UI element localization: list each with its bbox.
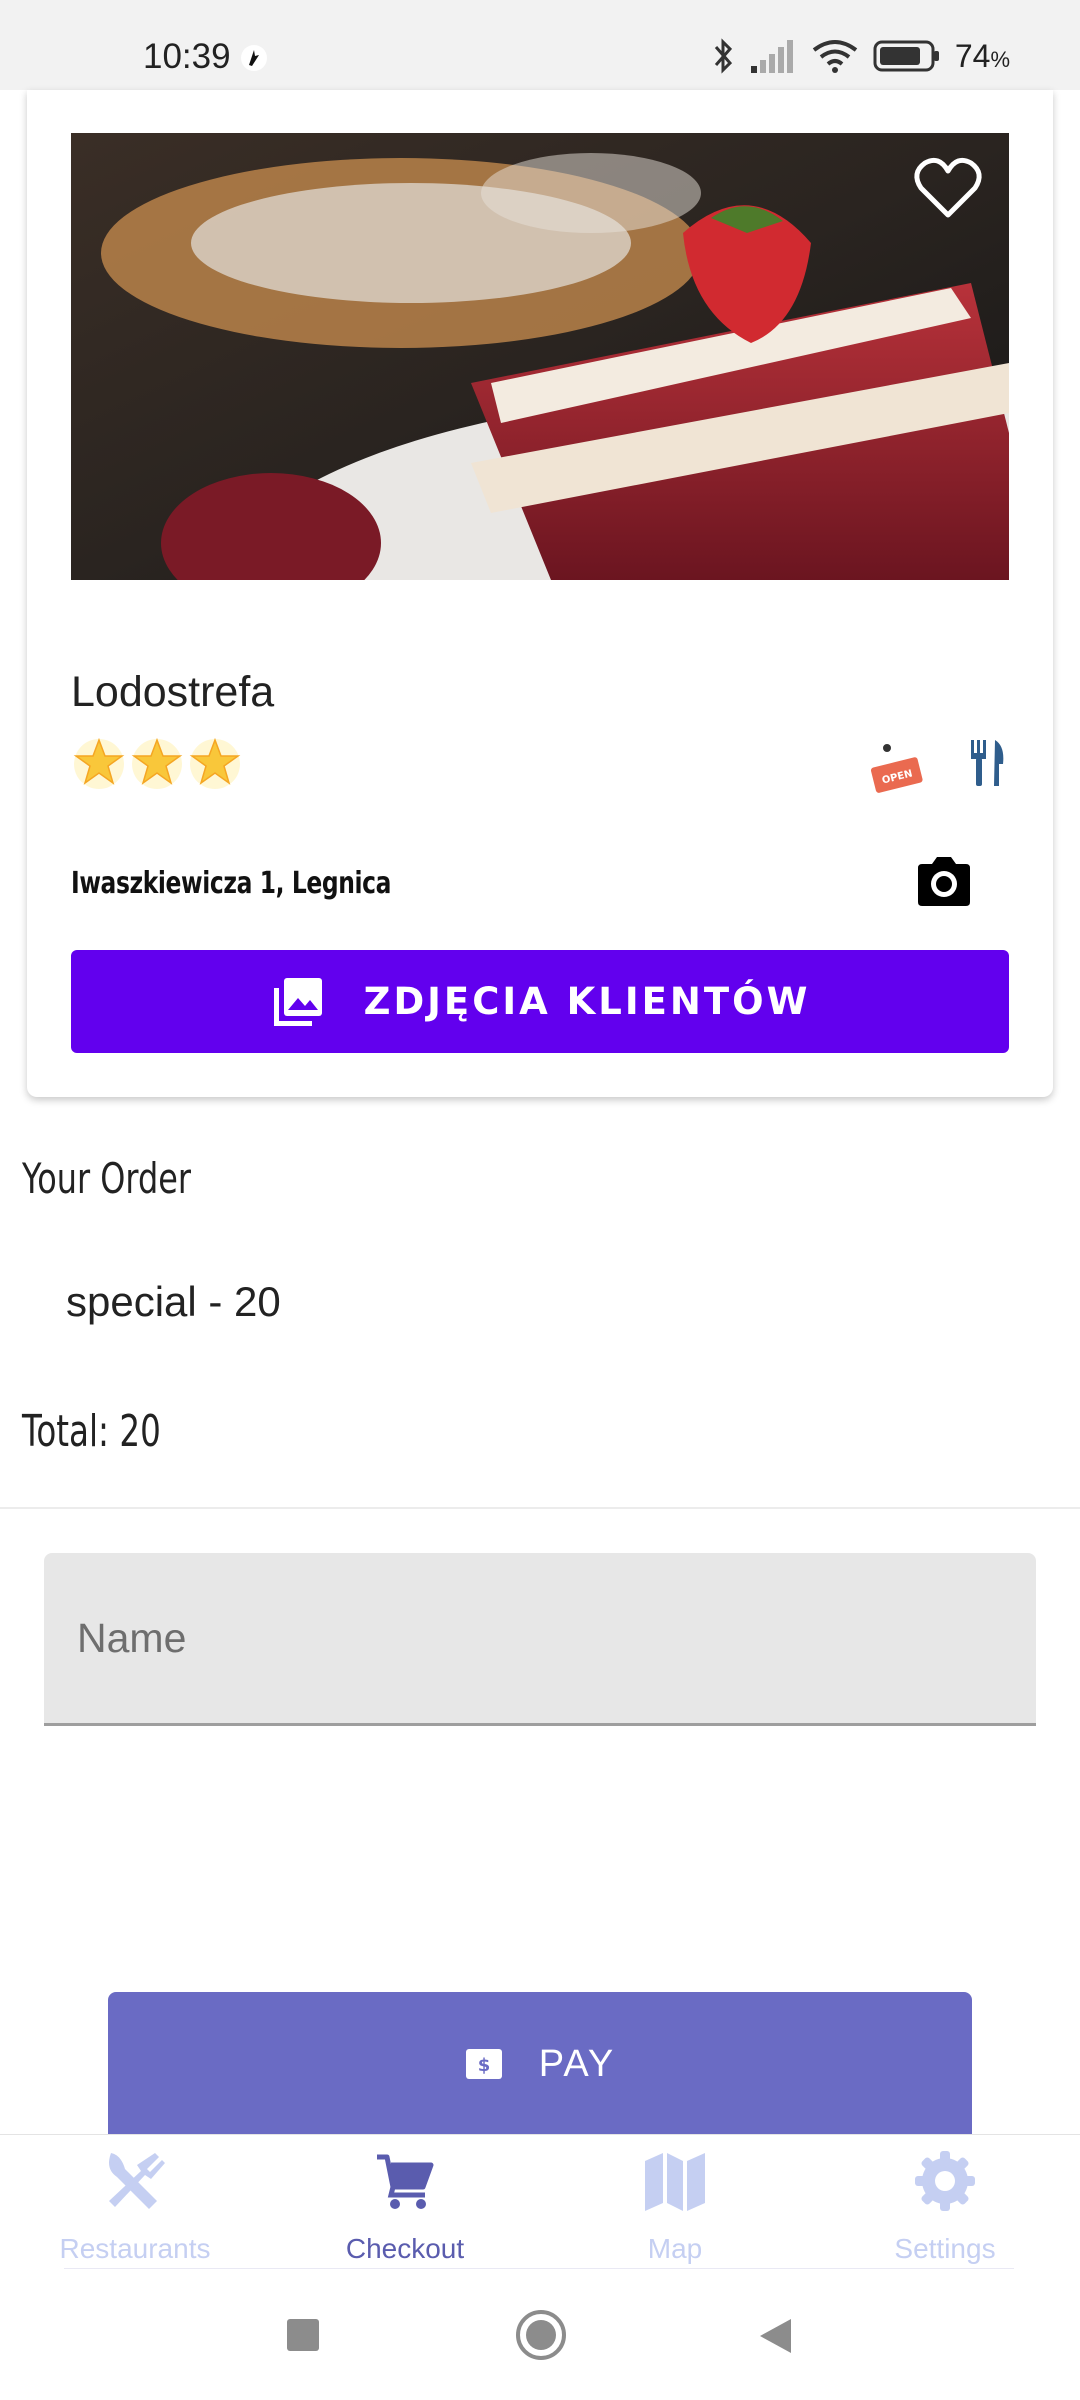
- name-input[interactable]: [44, 1553, 1036, 1723]
- battery-percent: 74%: [954, 37, 1010, 74]
- nav-checkout[interactable]: Checkout: [270, 2135, 540, 2271]
- divider: [0, 1507, 1080, 1509]
- status-time: 10:39: [143, 37, 231, 76]
- gear-icon: [915, 2151, 975, 2211]
- star-icon: [189, 737, 241, 789]
- pay-button[interactable]: $ PAY: [108, 1992, 972, 2136]
- star-icon: [131, 737, 183, 789]
- rating-stars: [71, 734, 243, 790]
- restaurant-name: Lodostrefa: [71, 668, 275, 716]
- order-item: special - 20: [66, 1278, 281, 1325]
- nav-map[interactable]: Map: [540, 2135, 810, 2271]
- nav-divider: [64, 2268, 1014, 2269]
- customer-photos-button[interactable]: ZDJĘCIA KLIENTÓW: [71, 950, 1009, 1053]
- map-icon: [645, 2153, 705, 2211]
- nav-restaurants-label: Restaurants: [59, 2233, 211, 2264]
- fork-knife-icon: [971, 740, 1004, 786]
- signal-icon: [750, 40, 793, 73]
- restaurant-card: Lodostrefa OPEN Iwaszkiewicza 1, Legnica: [27, 90, 1053, 1097]
- battery-icon: [873, 40, 939, 72]
- svg-text:$: $: [478, 2055, 491, 2076]
- utensils-crossed-icon: [109, 2153, 165, 2209]
- bottom-navigation: Restaurants Checkout Map Settings: [0, 2134, 1080, 2270]
- camera-icon[interactable]: [914, 854, 974, 908]
- name-field[interactable]: [44, 1553, 1036, 1726]
- favorite-heart-icon[interactable]: [913, 155, 983, 221]
- nav-restaurants[interactable]: Restaurants: [0, 2135, 270, 2271]
- status-icons: 74%: [713, 36, 1010, 76]
- back-button[interactable]: [757, 2317, 793, 2355]
- dollar-bill-icon: $: [465, 2049, 502, 2079]
- nav-checkout-label: Checkout: [345, 2233, 465, 2264]
- nav-settings[interactable]: Settings: [810, 2135, 1080, 2271]
- restaurant-hero-image: [71, 133, 1009, 580]
- bluetooth-icon: [714, 38, 732, 74]
- order-title: Your Order: [22, 1154, 192, 1203]
- wifi-icon: [812, 40, 858, 73]
- nav-settings-label: Settings: [894, 2233, 996, 2264]
- star-icon: [73, 737, 125, 789]
- notification-app-icon: [241, 45, 267, 71]
- order-total: Total: 20: [22, 1406, 161, 1457]
- home-button[interactable]: [515, 2309, 567, 2361]
- recent-apps-button[interactable]: [287, 2319, 319, 2351]
- status-bar: 10:39 74%: [0, 0, 1080, 90]
- pay-label: PAY: [538, 2042, 616, 2085]
- nav-map-label: Map: [647, 2233, 703, 2264]
- photo-library-icon: [273, 977, 322, 1026]
- cart-icon: [377, 2154, 434, 2209]
- customer-photos-label: ZDJĘCIA KLIENTÓW: [363, 980, 811, 1023]
- open-sign-icon: OPEN: [870, 744, 923, 793]
- restaurant-address: Iwaszkiewicza 1, Legnica: [71, 866, 392, 901]
